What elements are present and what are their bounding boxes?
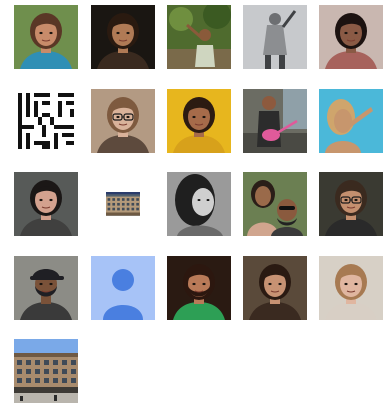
photo-image (243, 5, 307, 69)
photo-thumbnail[interactable] (167, 5, 231, 69)
photo-image (106, 192, 140, 216)
photo-thumbnail[interactable] (167, 89, 231, 153)
photo-thumbnail[interactable] (14, 89, 78, 153)
photo-thumbnail[interactable] (243, 5, 307, 69)
photo-thumbnail[interactable] (319, 172, 383, 236)
photo-image (14, 172, 78, 236)
photo-thumbnail[interactable] (106, 192, 140, 216)
photo-image (319, 172, 383, 236)
photo-thumbnail[interactable] (14, 172, 78, 236)
photo-thumbnail[interactable] (319, 256, 383, 320)
photo-image (167, 172, 231, 236)
photo-thumbnail[interactable] (319, 5, 383, 69)
photo-image (14, 339, 78, 403)
photo-image (91, 89, 155, 153)
photo-thumbnail[interactable] (14, 5, 78, 69)
photo-image (167, 5, 231, 69)
person-icon (91, 256, 155, 320)
photo-image (243, 256, 307, 320)
photo-thumbnail[interactable] (319, 89, 383, 153)
photo-image (319, 89, 383, 153)
photo-thumbnail[interactable] (243, 172, 307, 236)
photo-thumbnail[interactable] (91, 5, 155, 69)
photo-image (243, 89, 307, 153)
photo-thumbnail[interactable] (243, 256, 307, 320)
photo-thumbnail[interactable] (243, 89, 307, 153)
photo-thumbnail[interactable] (167, 256, 231, 320)
photo-grid (14, 5, 386, 405)
photo-image (91, 5, 155, 69)
photo-image (319, 256, 383, 320)
photo-thumbnail[interactable] (14, 256, 78, 320)
photo-image (167, 89, 231, 153)
photo-image (243, 172, 307, 236)
photo-image (14, 256, 78, 320)
photo-thumbnail[interactable] (14, 339, 78, 403)
default-avatar-thumbnail[interactable] (91, 256, 155, 320)
photo-thumbnail[interactable] (91, 89, 155, 153)
photo-image (14, 5, 78, 69)
photo-image (14, 89, 78, 153)
photo-image (319, 5, 383, 69)
photo-thumbnail[interactable] (167, 172, 231, 236)
photo-image (167, 256, 231, 320)
